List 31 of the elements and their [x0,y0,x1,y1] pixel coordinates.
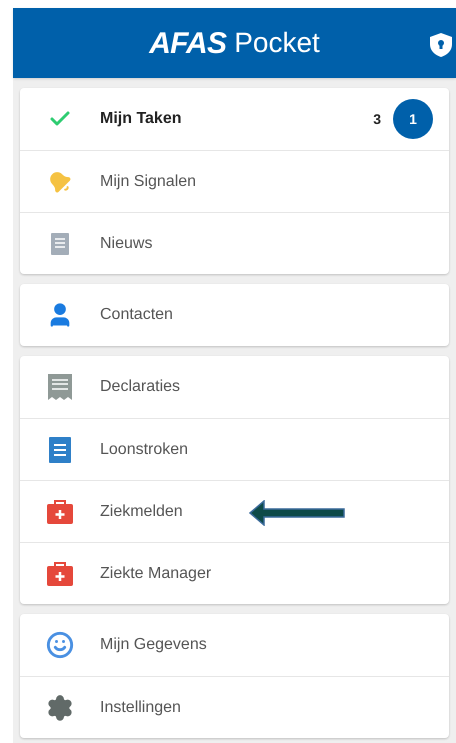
first-aid-kit-icon [47,500,73,524]
app-title: Pocket [234,26,320,60]
menu-item[interactable]: Loonstroken [20,418,449,480]
menu-item-label: Mijn Gegevens [100,635,207,655]
menu-item-label: Mijn Taken [100,109,182,129]
notification-badge: 1 [393,99,433,139]
menu-item[interactable]: Ziekmelden [20,480,449,542]
menu-item-label: Ziekte Manager [100,564,212,584]
shield-icon [430,33,452,57]
first-aid-kit-icon [47,562,73,586]
menu-item-label: Declaraties [100,377,180,397]
menu-item-label: Mijn Signalen [100,172,196,192]
menu-item[interactable]: Ziekte Manager [20,542,449,604]
receipt-icon [48,374,72,400]
smiley-icon [46,631,74,659]
brand-logo: AFAS [149,26,226,62]
document-icon [51,232,69,254]
menu-item-label: Loonstroken [100,440,188,460]
menu-item[interactable]: Mijn Signalen [20,150,449,212]
menu-item-label: Ziekmelden [100,502,183,522]
document-icon [49,436,71,462]
menu-item[interactable]: Contacten [20,284,449,346]
menu-item[interactable]: Nieuws [20,212,449,274]
menu-item-label: Contacten [100,305,173,325]
menu-item[interactable]: Mijn Gegevens [20,614,449,676]
menu-item[interactable]: Instellingen [20,676,449,738]
menu-item[interactable]: Mijn Taken 3 1 [20,88,449,150]
task-count: 3 [373,110,381,128]
menu-item-label: Instellingen [100,698,181,718]
menu-item[interactable]: Declaraties [20,356,449,418]
menu-item-label: Nieuws [100,234,152,254]
